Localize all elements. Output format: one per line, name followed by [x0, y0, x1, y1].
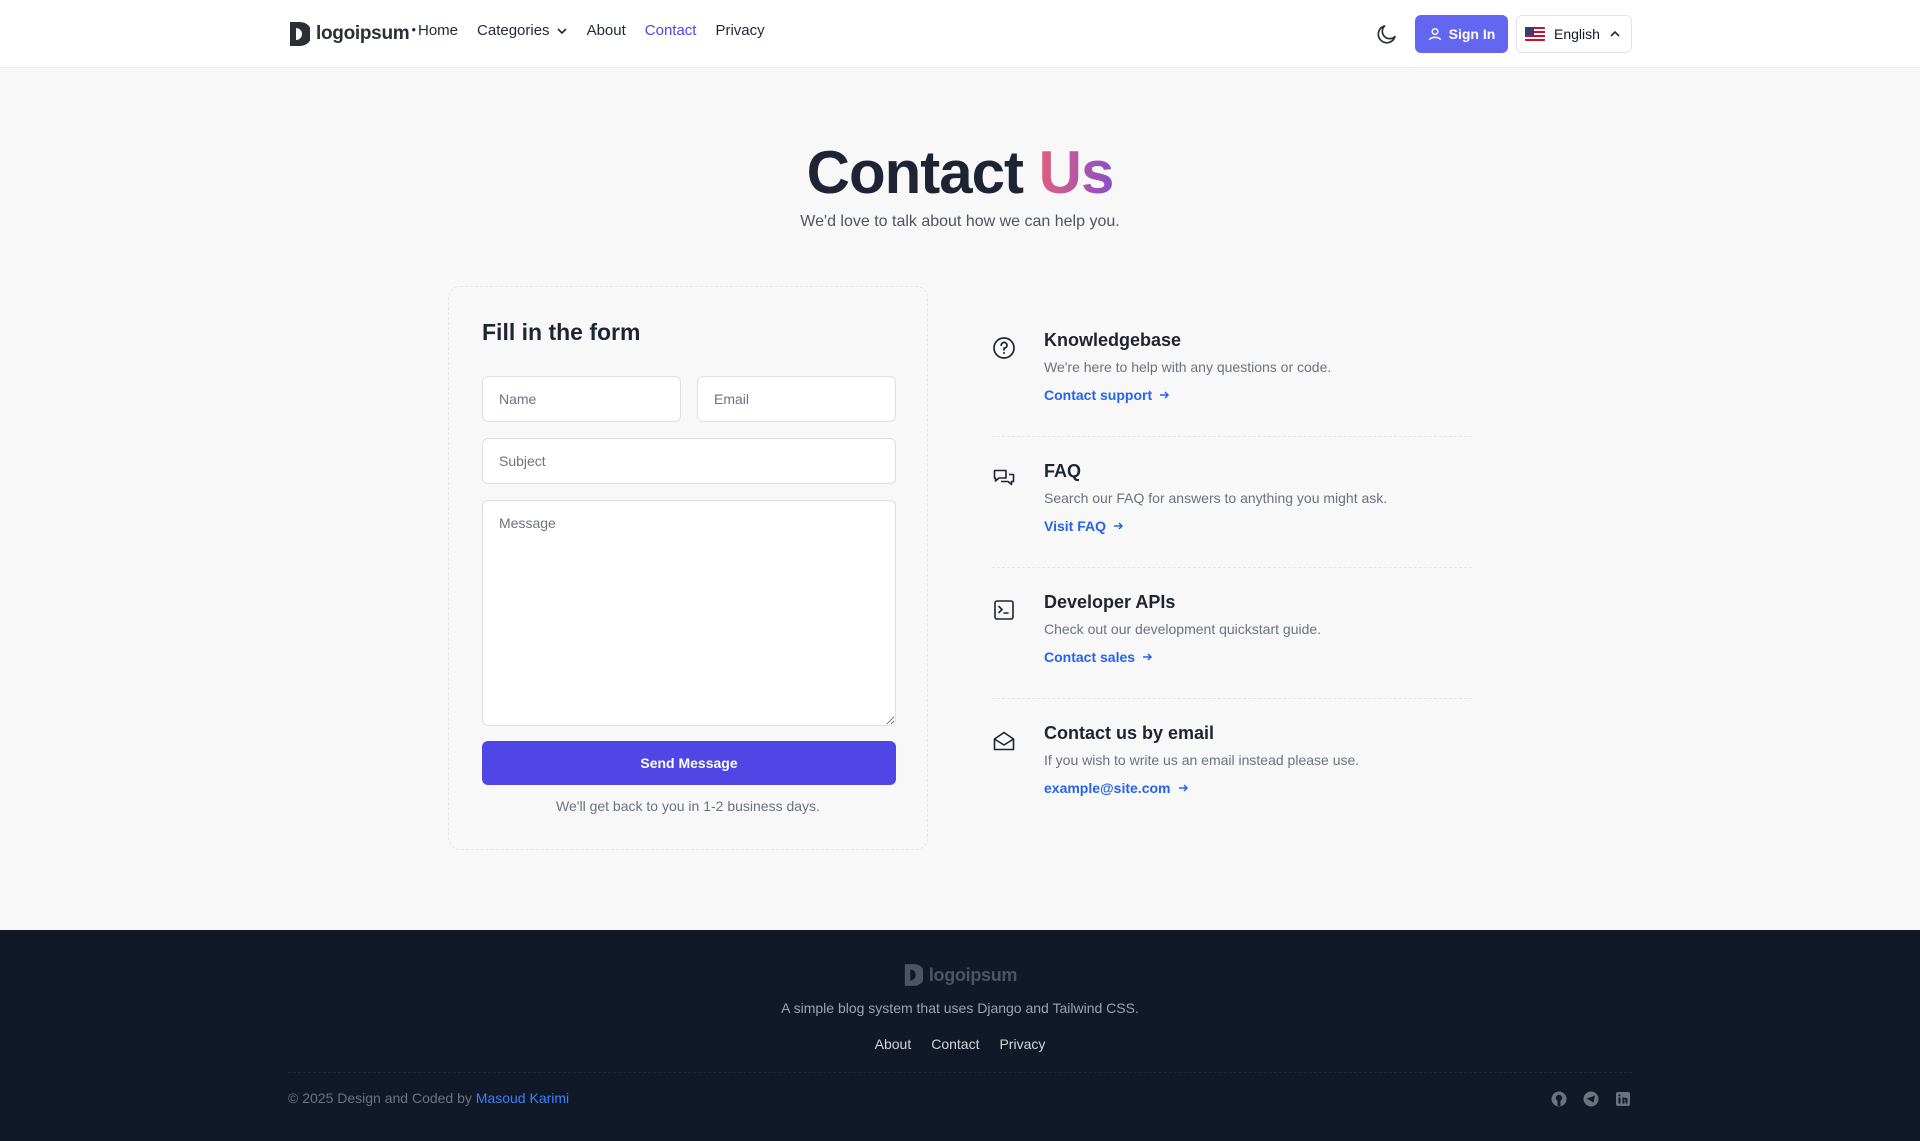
- nav-contact[interactable]: Contact: [645, 22, 697, 39]
- telegram-icon[interactable]: [1582, 1090, 1600, 1108]
- info-description: We're here to help with any questions or…: [1044, 359, 1332, 375]
- sign-in-label: Sign In: [1448, 26, 1496, 42]
- contact-sales-link[interactable]: Contact sales: [1044, 649, 1153, 665]
- logo-text: logoipsum: [316, 23, 410, 44]
- arrow-right-icon: [1178, 784, 1188, 792]
- visit-faq-link[interactable]: Visit FAQ: [1044, 518, 1124, 534]
- footer-description: A simple blog system that uses Django an…: [781, 1000, 1139, 1016]
- top-navbar: logoipsum ● Home Categories About Contact…: [0, 0, 1920, 68]
- author-link[interactable]: Masoud Karimi: [476, 1090, 569, 1106]
- page-subtitle: We'd love to talk about how we can help …: [800, 213, 1120, 230]
- contact-form-card: Fill in the form Send Message We'll get …: [448, 286, 928, 850]
- link-label: example@site.com: [1044, 780, 1171, 796]
- email-input[interactable]: [697, 376, 896, 422]
- footer-link-about[interactable]: About: [875, 1036, 912, 1052]
- nav-home[interactable]: Home: [418, 22, 458, 39]
- info-divider: [992, 567, 1472, 568]
- info-divider: [992, 698, 1472, 699]
- nav-about[interactable]: About: [587, 22, 626, 39]
- form-response-note: We'll get back to you in 1-2 business da…: [556, 798, 820, 814]
- chevron-down-icon: [556, 27, 567, 34]
- social-links: [1550, 1090, 1632, 1108]
- info-description: Check out our development quickstart gui…: [1044, 621, 1322, 637]
- footer-link-contact[interactable]: Contact: [931, 1036, 979, 1052]
- message-textarea[interactable]: [482, 500, 896, 726]
- footer-nav: About Contact Privacy: [0, 1036, 1920, 1052]
- page-title-accent: Us: [1038, 139, 1115, 206]
- footer-logo[interactable]: logoipsum: [0, 962, 1920, 988]
- arrow-right-icon: [1113, 522, 1124, 530]
- footer-logo-text: logoipsum: [928, 964, 1018, 985]
- envelope-open-icon: [993, 731, 1015, 751]
- info-title: Knowledgebase: [1044, 330, 1182, 350]
- info-title: Contact us by email: [1044, 723, 1215, 743]
- form-title: Fill in the form: [482, 319, 641, 345]
- name-input[interactable]: [482, 376, 681, 422]
- logo-mark-icon: [290, 22, 310, 46]
- copyright: © 2025 Design and Coded by Masoud Karimi: [288, 1090, 569, 1106]
- link-label: Contact sales: [1044, 649, 1136, 665]
- info-description: Search our FAQ for answers to anything y…: [1044, 490, 1388, 506]
- link-label: Contact support: [1044, 387, 1153, 403]
- main-nav: Home Categories About Contact Privacy: [418, 22, 765, 39]
- page-title: Contact Us: [0, 138, 1920, 207]
- link-label: Visit FAQ: [1044, 518, 1106, 534]
- logo-registered-mark: ●: [411, 24, 417, 34]
- info-title: FAQ: [1044, 461, 1082, 481]
- nav-categories-label: Categories: [477, 22, 550, 39]
- user-icon: [1428, 28, 1441, 41]
- sign-in-button[interactable]: Sign In: [1415, 15, 1508, 53]
- send-message-button[interactable]: Send Message: [482, 741, 896, 785]
- footer-link-privacy[interactable]: Privacy: [999, 1036, 1045, 1052]
- linkedin-icon[interactable]: [1614, 1090, 1632, 1108]
- arrow-right-icon: [1160, 391, 1170, 399]
- footer-divider: [288, 1072, 1632, 1073]
- site-footer: logoipsum A simple blog system that uses…: [0, 930, 1920, 1141]
- question-circle-icon: [993, 337, 1015, 359]
- moon-icon[interactable]: [1375, 22, 1399, 46]
- nav-categories[interactable]: Categories: [477, 22, 568, 39]
- email-link[interactable]: example@site.com: [1044, 780, 1189, 796]
- github-icon[interactable]: [1550, 1090, 1568, 1108]
- page-title-main: Contact: [806, 139, 1024, 206]
- subject-input[interactable]: [482, 438, 896, 484]
- logo-mark-icon: [904, 964, 923, 986]
- copyright-text: © 2025 Design and Coded by: [288, 1090, 472, 1106]
- chat-bubbles-icon: [993, 469, 1015, 486]
- terminal-icon: [994, 600, 1014, 620]
- contact-support-link[interactable]: Contact support: [1044, 387, 1170, 403]
- nav-privacy[interactable]: Privacy: [715, 22, 764, 39]
- info-description: If you wish to write us an email instead…: [1044, 752, 1360, 768]
- language-select[interactable]: English: [1516, 15, 1632, 53]
- info-title: Developer APIs: [1044, 592, 1176, 612]
- arrow-right-icon: [1143, 653, 1153, 661]
- info-divider: [992, 436, 1472, 437]
- site-logo[interactable]: logoipsum ●: [288, 20, 416, 48]
- chevron-up-icon: [1610, 30, 1620, 37]
- us-flag-icon: [1525, 27, 1545, 41]
- language-label: English: [1554, 26, 1600, 42]
